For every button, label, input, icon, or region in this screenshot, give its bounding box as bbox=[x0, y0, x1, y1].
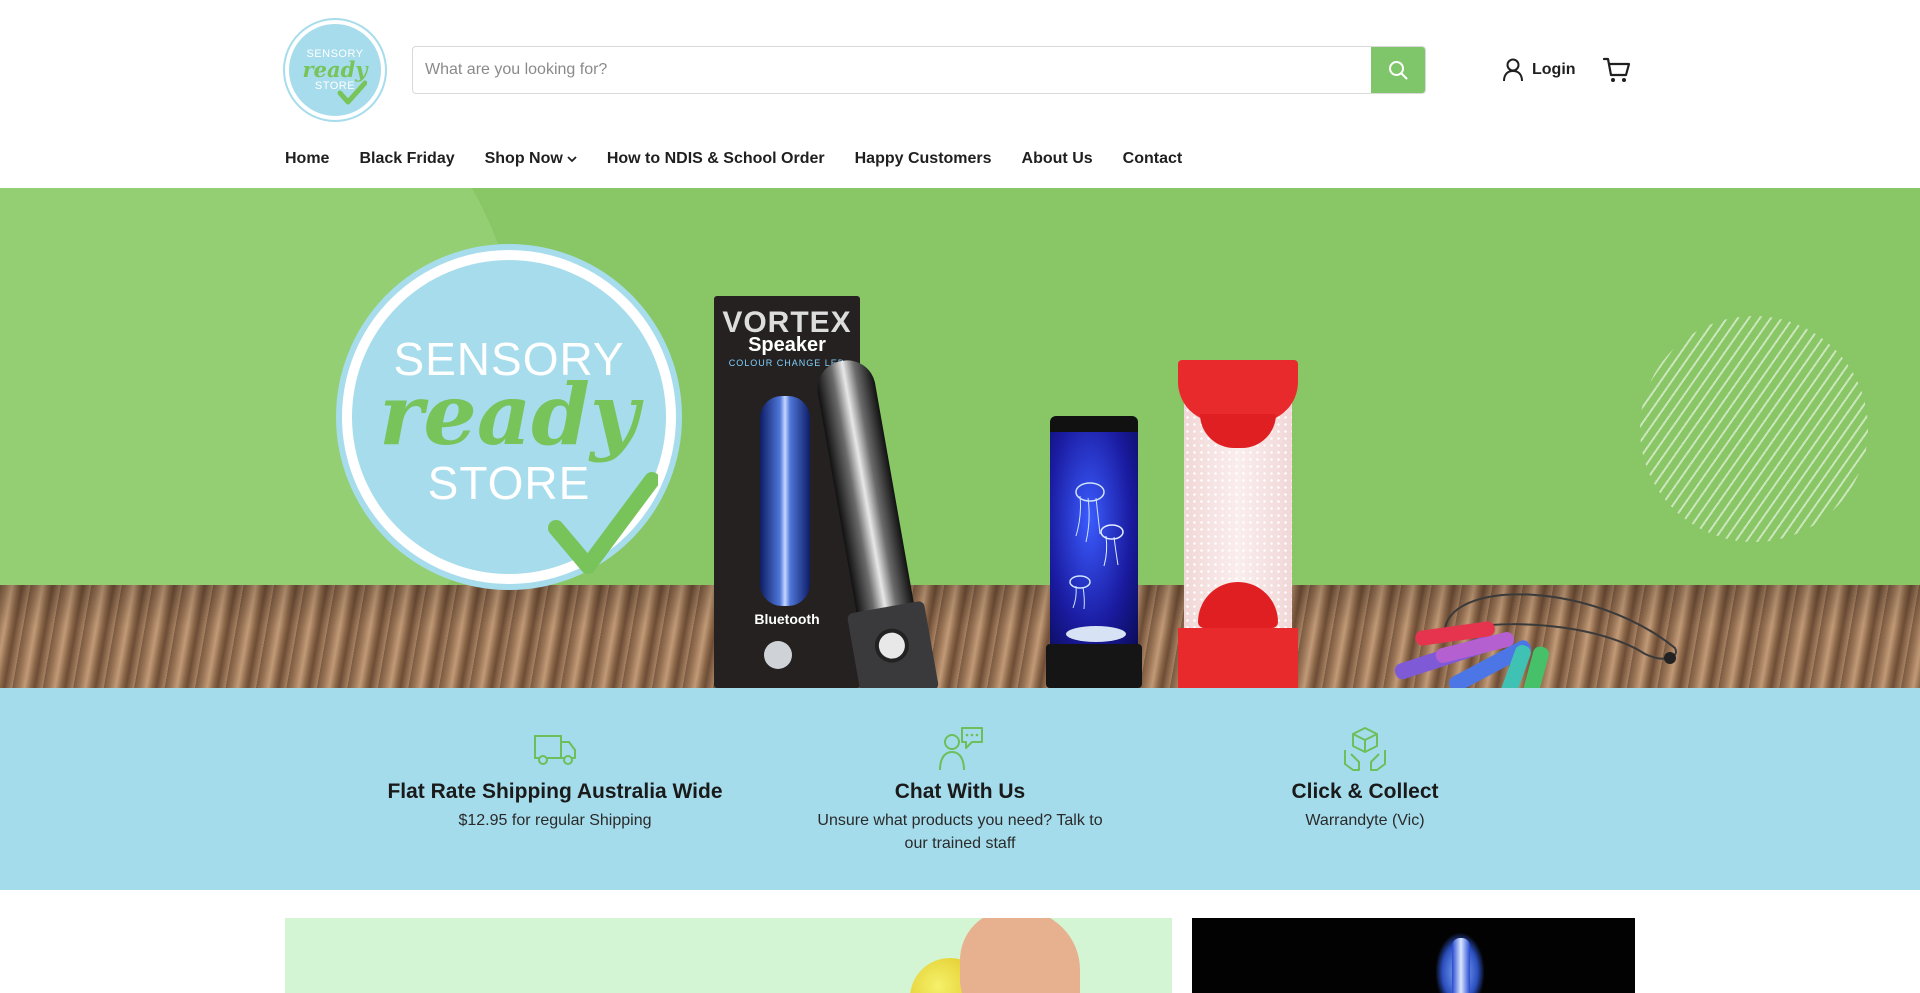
hero-logo: SENSORY ready STORE bbox=[336, 244, 682, 590]
nav-label: Happy Customers bbox=[854, 150, 992, 167]
checkmark-icon bbox=[548, 472, 658, 574]
chevron-down-icon bbox=[567, 156, 577, 163]
features-band: Flat Rate Shipping Australia Wide $12.95… bbox=[0, 688, 1920, 890]
jellyfish-lamp-base bbox=[1046, 644, 1142, 688]
cart-icon bbox=[1602, 57, 1631, 82]
feature-chat: Chat With Us Unsure what products you ne… bbox=[790, 724, 1130, 855]
truck-icon bbox=[534, 735, 576, 765]
feature-text: Warrandyte (Vic) bbox=[1305, 812, 1425, 829]
main-nav: Home Black Friday Shop Now How to NDIS &… bbox=[285, 148, 1212, 170]
feature-text: $12.95 for regular Shipping bbox=[458, 812, 652, 829]
nav-happy-customers[interactable]: Happy Customers bbox=[855, 148, 992, 170]
nav-label: How to NDIS & School Order bbox=[606, 150, 825, 167]
login-label: Login bbox=[1532, 61, 1576, 78]
promo-tile-stress-ball[interactable] bbox=[285, 918, 1172, 993]
nav-home[interactable]: Home bbox=[285, 148, 329, 170]
chat-support-icon bbox=[939, 727, 983, 771]
jellyfish-lamp-tank bbox=[1050, 432, 1138, 648]
nav-label: Home bbox=[285, 150, 330, 167]
speaker-glitter-tube bbox=[760, 396, 810, 606]
feature-title: Chat With Us bbox=[894, 780, 1026, 803]
search-input[interactable] bbox=[413, 47, 1371, 93]
package-hands-icon bbox=[1344, 727, 1386, 771]
lava-lamp-top bbox=[1178, 360, 1298, 422]
speaker-button bbox=[764, 641, 792, 669]
lava-lamp-bottom bbox=[1178, 628, 1298, 688]
feature-title: Click & Collect bbox=[1291, 780, 1439, 803]
site-header: SENSORY ready STORE Login Ho bbox=[0, 0, 1920, 188]
nav-label: Contact bbox=[1122, 150, 1183, 167]
lamp-tube-image bbox=[1452, 938, 1470, 993]
hand-image bbox=[960, 918, 1080, 993]
hero-logo-line-2: ready bbox=[379, 365, 639, 464]
jellyfish-icon bbox=[1066, 482, 1126, 642]
hero-logo-badge: SENSORY ready STORE bbox=[352, 260, 666, 574]
hero-banner[interactable]: SENSORY ready STORE VORTEX Speaker COLOU… bbox=[0, 188, 1920, 688]
jellyfish-lamp bbox=[1046, 416, 1142, 688]
promo-tile-lamp[interactable] bbox=[1192, 918, 1635, 993]
chew-necklaces bbox=[1394, 593, 1677, 688]
nav-label: Black Friday bbox=[359, 150, 455, 167]
nav-shop-now[interactable]: Shop Now bbox=[485, 148, 577, 170]
nav-about-us[interactable]: About Us bbox=[1022, 148, 1093, 170]
search-icon bbox=[1389, 61, 1408, 80]
user-icon bbox=[1503, 58, 1523, 82]
feature-title: Flat Rate Shipping Australia Wide bbox=[387, 780, 723, 803]
logo-line-2: ready bbox=[302, 57, 368, 82]
search-button[interactable] bbox=[1371, 47, 1425, 93]
speaker-bluetooth-label: Bluetooth bbox=[754, 611, 820, 627]
nav-ndis-school-order[interactable]: How to NDIS & School Order bbox=[607, 148, 825, 170]
nav-label: About Us bbox=[1021, 150, 1093, 167]
hero-stripe-decoration bbox=[1640, 316, 1868, 542]
login-link[interactable]: Login bbox=[1502, 56, 1576, 84]
nav-black-friday[interactable]: Black Friday bbox=[359, 148, 454, 170]
speaker-name: Speaker bbox=[748, 334, 826, 356]
store-logo[interactable]: SENSORY ready STORE bbox=[285, 20, 385, 120]
cart-button[interactable] bbox=[1602, 55, 1632, 85]
feature-text: Unsure what products you need? Talk to o… bbox=[817, 812, 1103, 852]
search-bar bbox=[412, 46, 1426, 94]
feature-shipping: Flat Rate Shipping Australia Wide $12.95… bbox=[385, 724, 725, 832]
checkmark-icon bbox=[337, 80, 367, 105]
feature-click-collect: Click & Collect Warrandyte (Vic) bbox=[1195, 724, 1535, 832]
nav-label: Shop Now bbox=[484, 150, 563, 167]
glitter-lava-lamp bbox=[1178, 360, 1298, 688]
nav-contact[interactable]: Contact bbox=[1123, 148, 1183, 170]
